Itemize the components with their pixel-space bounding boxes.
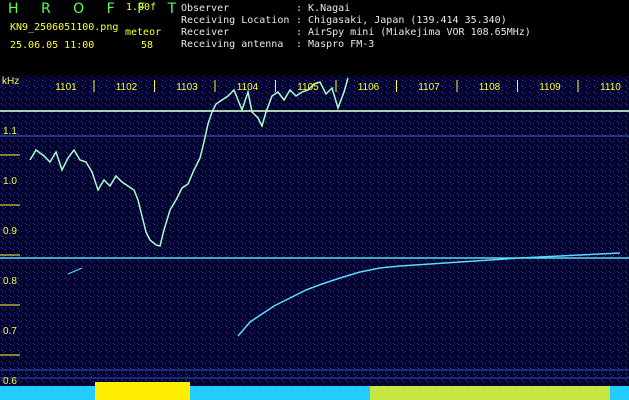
bottom-meteor-burst-2 xyxy=(370,386,610,400)
app-brand: H R O F F T xyxy=(8,1,186,17)
unit-label: kHz xyxy=(2,76,19,87)
receiver-label: Receiver xyxy=(181,27,230,38)
spectrogram-background xyxy=(0,76,629,400)
freq-tick-label: 0.7 xyxy=(3,326,17,337)
timestamp: 25.06.05 11:00 xyxy=(10,40,95,51)
freq-tick-label: 0.8 xyxy=(3,276,17,287)
header-panel: H R O F F T 1.00f KN9_2506051100.png met… xyxy=(0,0,629,76)
location-value: : Chigasaki, Japan (139.414 35.340) xyxy=(296,15,507,26)
location-label: Receiving Location xyxy=(181,15,290,26)
time-tick-label: 1108 xyxy=(479,82,501,93)
time-tick-label: 1101 xyxy=(55,82,77,93)
freq-tick-label: 1.0 xyxy=(3,176,17,187)
time-tick-label: 1109 xyxy=(539,82,561,93)
time-tick-label: 1104 xyxy=(237,82,259,93)
app-version: 1.00f xyxy=(126,2,157,13)
file-name: KN9_2506051100.png xyxy=(10,22,119,33)
meteor-label: meteor xyxy=(125,27,162,38)
time-tick-label: 1103 xyxy=(176,82,198,93)
meteor-count: 58 xyxy=(141,40,154,51)
time-tick-label: 1106 xyxy=(358,82,380,93)
observer-label: Observer xyxy=(181,3,230,14)
spectrogram: 1101 1102 1103 1104 1105 1106 1107 1108 1109 1110… xyxy=(0,76,629,400)
time-tick-label: 1107 xyxy=(418,82,440,93)
time-tick-label: 1105 xyxy=(297,82,319,93)
antenna-value: : Maspro FM-3 xyxy=(296,39,375,50)
observer-value: : K.Nagai xyxy=(296,3,351,14)
time-tick-label: 1110 xyxy=(600,82,621,93)
bottom-meteor-burst-1 xyxy=(95,382,190,400)
antenna-label: Receiving antenna xyxy=(181,39,284,50)
freq-tick-label: 0.6 xyxy=(3,376,17,387)
receiver-value: : AirSpy mini (Miakejima VOR 108.65MHz) xyxy=(296,27,531,38)
time-tick-label: 1102 xyxy=(116,82,138,93)
freq-tick-label: 0.9 xyxy=(3,226,17,237)
freq-tick-label: 1.1 xyxy=(3,126,17,137)
